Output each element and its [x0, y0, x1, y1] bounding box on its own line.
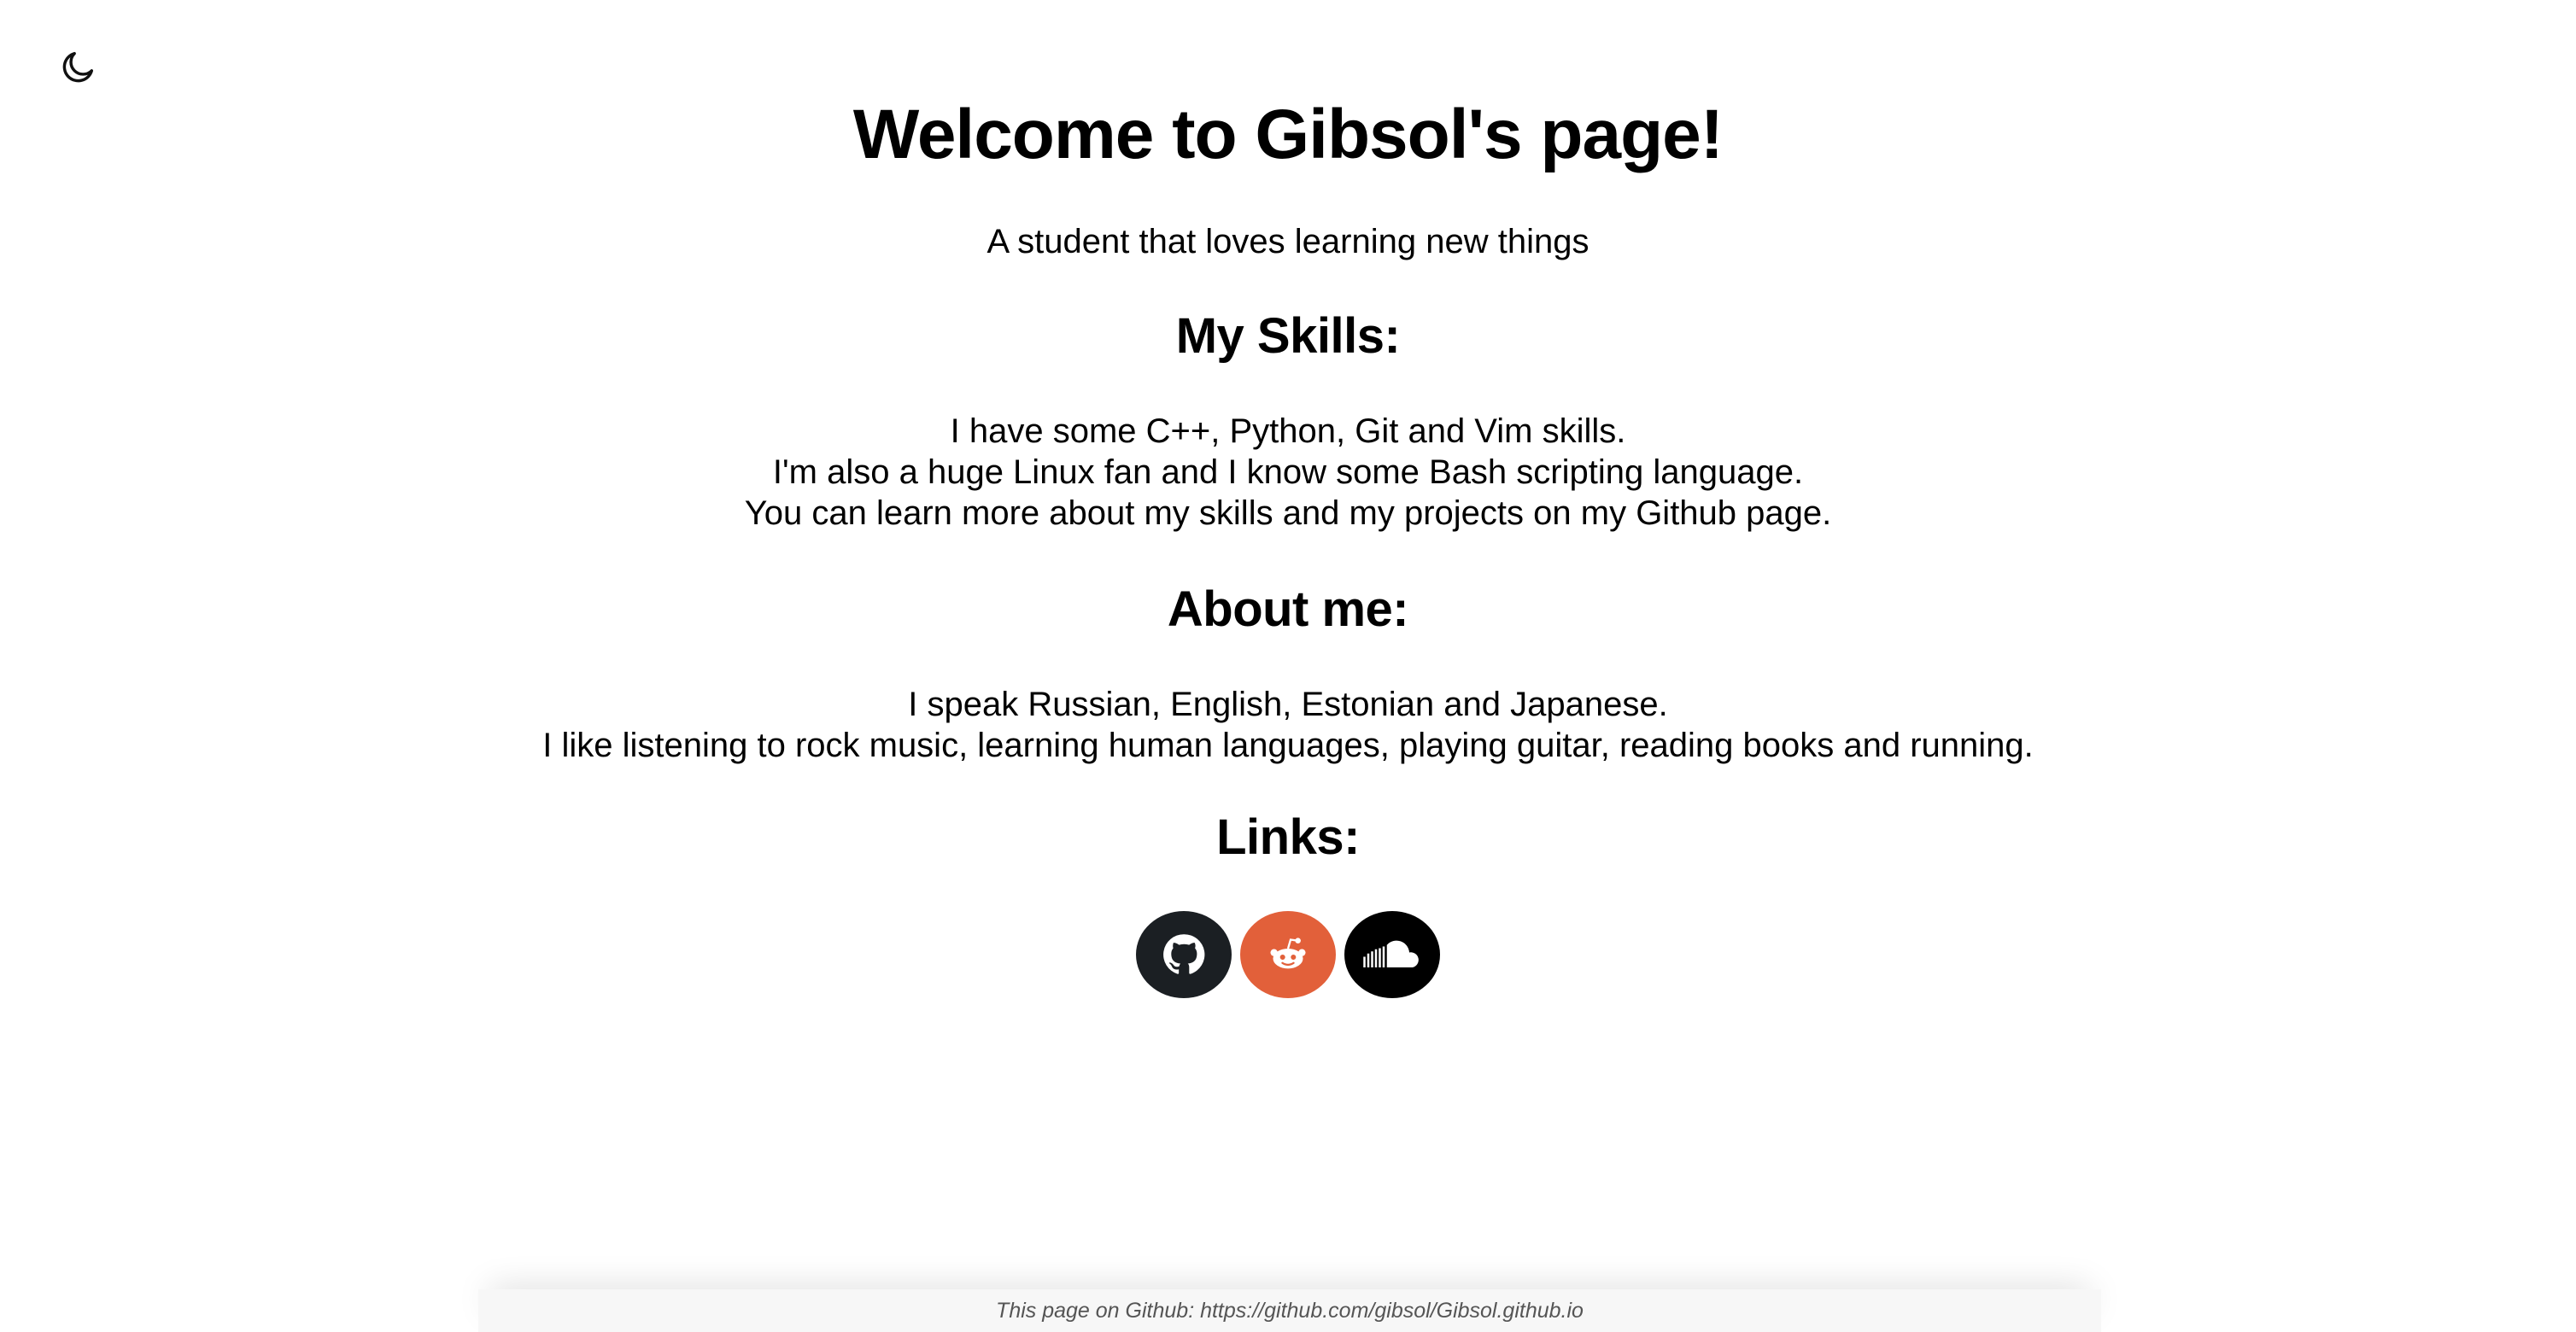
about-line: I like listening to rock music, learning… — [542, 727, 2034, 764]
about-text: I speak Russian, English, Estonian and J… — [0, 684, 2576, 766]
page-title: Welcome to Gibsol's page! — [852, 96, 1724, 173]
github-link[interactable] — [1136, 911, 1232, 998]
skills-line: I have some C++, Python, Git and Vim ski… — [950, 412, 1626, 450]
footer: This page on Github: https://github.com/… — [478, 1289, 2101, 1332]
moon-icon — [62, 51, 94, 83]
reddit-icon — [1270, 938, 1306, 969]
about-heading: About me: — [1167, 581, 1409, 637]
skills-line: You can learn more about my skills and m… — [744, 494, 1832, 532]
soundcloud-link[interactable] — [1344, 911, 1440, 998]
skills-heading: My Skills: — [1175, 308, 1401, 364]
github-icon — [1163, 934, 1205, 974]
page-subtitle: A student that loves learning new things — [986, 223, 1590, 260]
skills-text: I have some C++, Python, Git and Vim ski… — [0, 411, 2576, 534]
footer-text: This page on Github: https://github.com/… — [996, 1299, 1584, 1323]
page: Welcome to Gibsol's page! A student that… — [0, 0, 2576, 1332]
about-line: I speak Russian, English, Estonian and J… — [908, 686, 1668, 723]
theme-toggle-button[interactable] — [56, 44, 101, 89]
links-heading: Links: — [1216, 809, 1360, 865]
skills-line: I'm also a huge Linux fan and I know som… — [772, 453, 1804, 491]
social-links — [0, 911, 2576, 998]
soundcloud-icon — [1363, 940, 1419, 967]
reddit-link[interactable] — [1240, 911, 1336, 998]
